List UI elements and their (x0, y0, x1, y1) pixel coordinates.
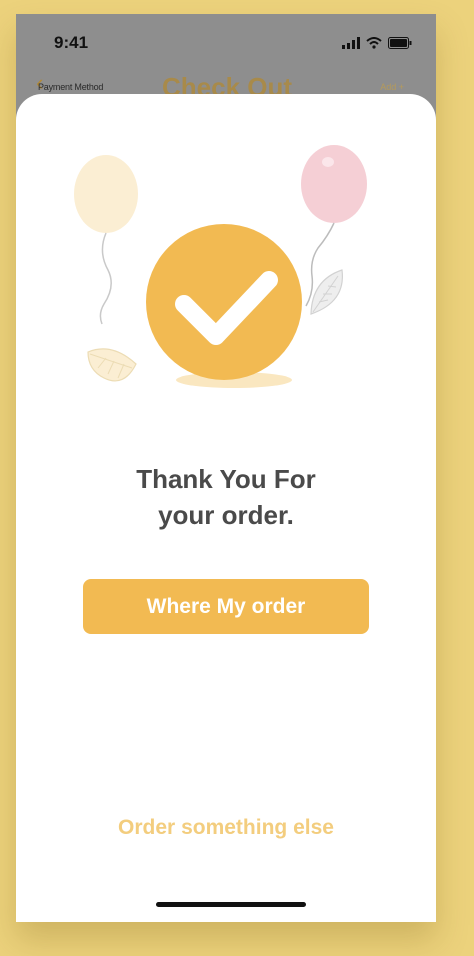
where-my-order-button[interactable]: Where My order (83, 579, 369, 634)
thank-you-message: Thank You For your order. (16, 461, 436, 533)
balloon-icon (74, 155, 138, 325)
phone-frame: 9:41 ‹ Payment Method Check Out Add + Th… (16, 14, 436, 922)
thank-you-line-1: Thank You For (136, 464, 316, 494)
wifi-icon (366, 37, 382, 49)
thank-you-line-2: your order. (158, 500, 294, 530)
leaf-icon (87, 348, 137, 382)
back-label[interactable]: Payment Method (38, 82, 103, 92)
leaf-icon (310, 269, 344, 315)
order-something-else-link[interactable]: Order something else (16, 816, 436, 840)
status-time: 9:41 (54, 33, 89, 52)
nav-right-action[interactable]: Add + (380, 82, 404, 92)
order-confirmation-sheet: Thank You For your order. Where My order… (16, 94, 436, 922)
status-icons (342, 37, 412, 49)
home-indicator (156, 902, 306, 907)
status-bar: 9:41 (16, 14, 436, 66)
celebration-illustration (74, 145, 367, 388)
checkmark-icon (146, 224, 302, 380)
signal-icon (342, 37, 360, 49)
battery-icon (388, 37, 412, 49)
